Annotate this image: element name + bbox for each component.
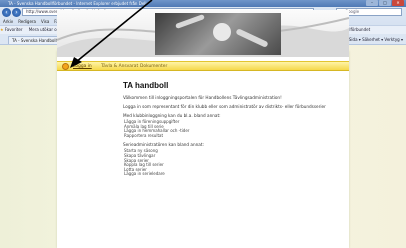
list-item: Rapportera resultat: [124, 132, 164, 138]
menu-view[interactable]: Visa: [41, 18, 49, 25]
command-bar[interactable]: Sida ▾ Säkerhet ▾ Verktyg ▾: [349, 36, 403, 44]
main-content: TA handboll Välkommen till inloggningspo…: [123, 81, 349, 181]
club-section: Med klubbinloggning kan du bl.a. bland a…: [123, 113, 349, 138]
site-nav: Logga in Tävla & Ansvarat Dokumenter: [57, 61, 349, 71]
forward-button[interactable]: ›: [12, 8, 21, 17]
nav-competitions[interactable]: Tävla & Ansvarat: [101, 63, 138, 70]
maximize-button[interactable]: □: [379, 0, 391, 6]
intro-text: Välkommen till inloggningsportalen för H…: [123, 95, 282, 100]
window-controls: – □ ✕: [366, 0, 404, 7]
list-item: Lägga in serieledare: [124, 171, 165, 177]
admin-section: Serieadministratören kan bland annat: St…: [123, 142, 349, 177]
window-title: TA - Svenska Handbollförbundet - Interne…: [8, 1, 147, 6]
favorites-button[interactable]: ★ Favoriter: [0, 26, 23, 34]
login-info-text: Logga in som representant för din klubb …: [123, 104, 326, 109]
star-icon: ★: [0, 27, 4, 32]
title-bar: TA - Svenska Handbollförbundet - Interne…: [0, 0, 406, 7]
close-button[interactable]: ✕: [392, 0, 404, 6]
site-banner: [57, 10, 349, 57]
minimize-button[interactable]: –: [366, 0, 378, 6]
menu-edit[interactable]: Redigera: [18, 18, 36, 25]
favorites-label: Favoriter: [4, 27, 23, 32]
menu-file[interactable]: Arkiv: [3, 18, 13, 25]
admin-heading: Serieadministratören kan bland annat:: [123, 142, 204, 148]
home-icon[interactable]: [62, 63, 69, 70]
club-heading: Med klubbinloggning kan du bl.a. bland a…: [123, 113, 221, 118]
back-button[interactable]: ‹: [2, 8, 11, 17]
nav-documents[interactable]: Dokumenter: [140, 63, 167, 70]
handball-photo: [155, 13, 281, 55]
nav-login[interactable]: Logga in: [73, 63, 92, 70]
page-title: TA handboll: [123, 81, 169, 90]
